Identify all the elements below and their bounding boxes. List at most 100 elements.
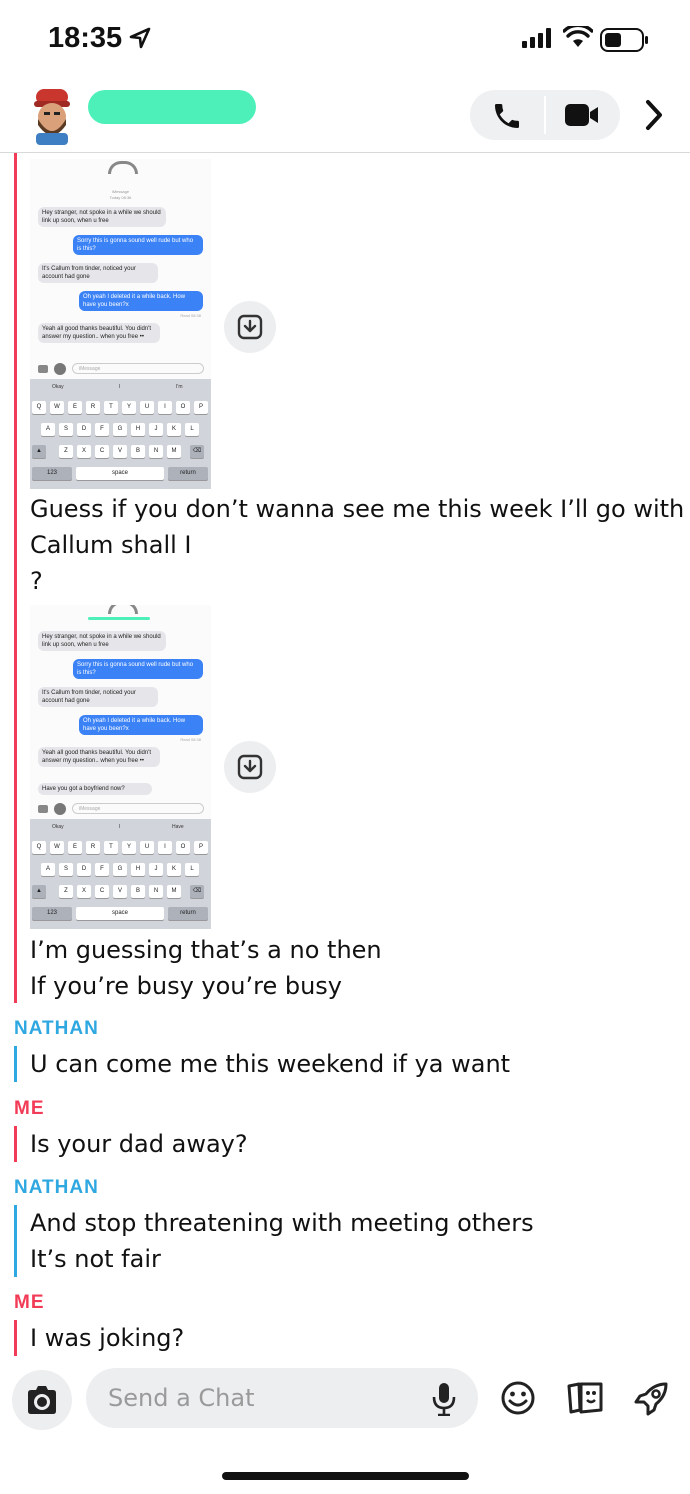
key: V (113, 885, 127, 898)
key: U (140, 401, 154, 414)
camera-icon (28, 1386, 56, 1414)
sender-label-nathan: NATHAN (14, 1018, 99, 1039)
space-key: space (76, 467, 164, 480)
chat-header (0, 82, 690, 153)
key: Z (59, 885, 73, 898)
key: R (86, 401, 100, 414)
imessage-date: Today 08:36 (109, 195, 132, 200)
suggestion: I (119, 824, 121, 830)
key: Z (59, 445, 73, 458)
keyboard: Okay I Have Q W E R T Y U I O P A S D F (30, 819, 211, 929)
games-rocket-icon[interactable] (632, 1380, 670, 1418)
bubble: Sorry this is gonna sound well rude but … (73, 235, 203, 255)
numbers-key: 123 (32, 907, 72, 920)
suggestion: I (119, 384, 121, 390)
key: W (50, 401, 64, 414)
suggestion: Okay (52, 824, 64, 830)
key: G (113, 863, 127, 876)
key: F (95, 863, 109, 876)
message-text: U can come me this weekend if ya want (30, 1050, 511, 1078)
home-indicator (222, 1472, 469, 1480)
message-text: It’s not fair (30, 1245, 161, 1273)
sender-bar-me (14, 1320, 17, 1356)
backspace-key: ⌫ (190, 445, 204, 458)
redaction (88, 617, 150, 620)
appstore-icon (54, 363, 66, 375)
save-screenshot-button[interactable] (224, 741, 276, 793)
key: A (41, 863, 55, 876)
contact-photo (108, 161, 138, 174)
key: E (68, 841, 82, 854)
key: Q (32, 401, 46, 414)
key: O (176, 841, 190, 854)
bitmoji-avatar[interactable] (30, 87, 74, 145)
video-icon[interactable] (565, 104, 599, 126)
sender-label-me: ME (14, 1292, 45, 1313)
message-text: And stop threatening with meeting others (30, 1209, 534, 1237)
contact-photo (108, 605, 138, 614)
message-text: If you’re busy you’re busy (30, 972, 343, 1000)
bubble: It's Callum from tinder, noticed your ac… (38, 687, 158, 707)
sender-bar-me (14, 1126, 17, 1162)
key: T (104, 841, 118, 854)
key: W (50, 841, 64, 854)
key: S (59, 863, 73, 876)
download-icon (237, 314, 263, 340)
suggestion: Have (172, 824, 184, 830)
status-time: 18:35 (48, 22, 123, 54)
key: J (149, 423, 163, 436)
space-key: space (76, 907, 164, 920)
message-text: Guess if you don’t wanna see me this wee… (30, 495, 685, 523)
key: A (41, 423, 55, 436)
message-text: ? (30, 567, 43, 595)
key: I (158, 841, 172, 854)
battery-icon (600, 28, 648, 52)
location-arrow-icon (129, 27, 151, 49)
cellular-signal-icon (522, 28, 551, 48)
emoji-icon[interactable] (500, 1380, 536, 1416)
status-bar: 18:35 (0, 0, 690, 80)
return-key: return (168, 907, 208, 920)
divider (544, 96, 546, 134)
save-screenshot-button[interactable] (224, 301, 276, 353)
send-chat-input[interactable]: Send a Chat (86, 1368, 478, 1428)
chevron-right-icon[interactable] (644, 98, 664, 132)
imessage-bar: iMessage (36, 363, 206, 375)
key-row-3: ▲ Z X C V B N M ⌫ (30, 885, 211, 899)
bubble: Sorry this is gonna sound well rude but … (73, 659, 203, 679)
sender-bar-nathan (14, 1205, 17, 1277)
key: I (158, 401, 172, 414)
download-icon (237, 754, 263, 780)
suggestions: Okay I Have (30, 819, 211, 835)
key-row-1: Q W E R T Y U I O P (30, 841, 211, 855)
suggestion: Okay (52, 384, 64, 390)
key-row-4: 123 space return (30, 467, 211, 481)
read-receipt: Read 08:38 (180, 737, 201, 742)
shared-screenshot-2[interactable]: Hey stranger, not spoke in a while we sh… (30, 605, 211, 929)
stickers-icon[interactable] (565, 1380, 605, 1416)
key-row-2: A S D F G H J K L (30, 863, 211, 877)
mic-icon[interactable] (432, 1382, 456, 1416)
call-buttons (470, 90, 620, 140)
key: B (131, 445, 145, 458)
message-text: I’m guessing that’s a no then (30, 936, 382, 964)
key: D (77, 863, 91, 876)
key: E (68, 401, 82, 414)
key: L (185, 423, 199, 436)
bubble: Hey stranger, not spoke in a while we sh… (38, 631, 166, 651)
shared-screenshot-1[interactable]: iMessage Today 08:36 Hey stranger, not s… (30, 159, 211, 489)
key: T (104, 401, 118, 414)
key: F (95, 423, 109, 436)
chat-area: iMessage Today 08:36 Hey stranger, not s… (0, 153, 690, 1358)
sender-label-nathan: NATHAN (14, 1177, 99, 1198)
send-chat-placeholder: Send a Chat (108, 1384, 255, 1412)
chat-composer: Send a Chat (0, 1358, 690, 1494)
key: P (194, 841, 208, 854)
bubble: Yeah all good thanks beautiful. You didn… (38, 323, 160, 343)
camera-button[interactable] (12, 1370, 72, 1430)
shift-key: ▲ (32, 445, 46, 458)
phone-icon[interactable] (490, 100, 524, 132)
key: X (77, 445, 91, 458)
bubble: Yeah all good thanks beautiful. You didn… (38, 747, 160, 767)
key-row-4: 123 space return (30, 907, 211, 921)
